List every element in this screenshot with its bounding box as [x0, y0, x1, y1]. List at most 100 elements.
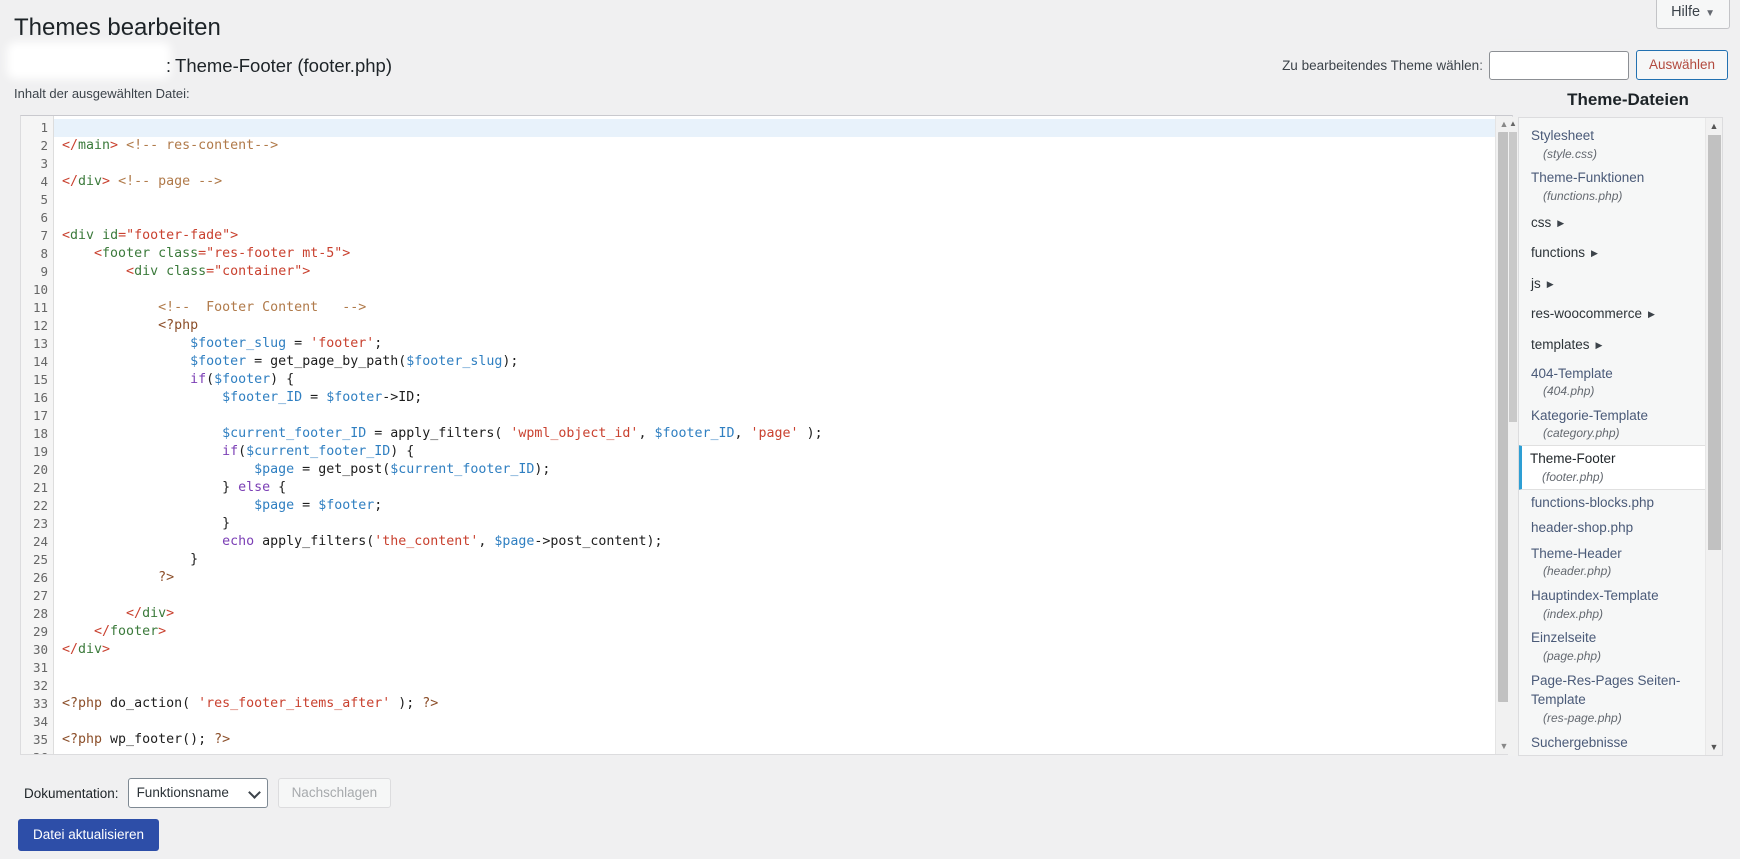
file-list-item-label: Kategorie-Template [1531, 407, 1649, 423]
help-button[interactable]: Hilfe ▼ [1656, 0, 1730, 30]
code-line[interactable]: $current_footer_ID = apply_filters( 'wpm… [54, 425, 1512, 443]
select-theme-button[interactable]: Auswählen [1635, 50, 1728, 80]
line-number: 15 [32, 372, 48, 387]
file-list-item[interactable]: js ▶ [1519, 269, 1707, 300]
line-number: 29 [32, 624, 48, 639]
outer-scroll-up-arrow[interactable]: ▲ [1508, 117, 1518, 131]
file-list-scroll-up-arrow[interactable]: ▲ [1706, 118, 1722, 134]
code-line[interactable]: </div> [54, 605, 1512, 623]
code-token: = [294, 462, 319, 477]
code-token: < [126, 264, 135, 279]
file-list-item[interactable]: Theme-Funktionen (functions.php) [1519, 165, 1707, 207]
file-list-item[interactable]: Theme-Header (header.php) [1519, 541, 1707, 583]
update-file-button[interactable]: Datei aktualisieren [18, 819, 160, 851]
line-number: 5 [40, 192, 48, 207]
line-number: 36 [21, 749, 53, 754]
file-list-item-filename: (functions.php) [1543, 188, 1623, 203]
lookup-button[interactable]: Nachschlagen [277, 778, 392, 808]
code-line[interactable]: $page = $footer; [54, 497, 1512, 515]
code-token: $current_footer_ID [222, 426, 367, 441]
code-line[interactable] [54, 659, 1512, 677]
code-token: main [78, 138, 111, 153]
code-line[interactable]: $footer_ID = $footer->ID; [54, 389, 1512, 407]
line-number: 22 [32, 498, 48, 513]
documentation-select-wrapper: Funktionsname ... [127, 778, 268, 828]
code-line[interactable] [54, 407, 1512, 425]
code-line[interactable]: <?php wp_footer(); ?> [54, 731, 1512, 749]
file-list-item-label: Suchergebnisse [1531, 734, 1628, 750]
subtitle-colon: : [166, 56, 172, 76]
code-line[interactable] [54, 713, 1512, 731]
code-line[interactable]: <div id="footer-fade"> [54, 227, 1512, 245]
file-list-item[interactable]: Hauptindex-Template (index.php) [1519, 583, 1707, 625]
line-number: 4 [40, 174, 48, 189]
file-list-item[interactable]: Stylesheet (style.css) [1519, 123, 1707, 165]
code-token: , [478, 534, 495, 549]
code-line[interactable]: <footer class="res-footer mt-5"> [54, 245, 1512, 263]
file-list-scroll-down-arrow[interactable]: ▼ [1706, 739, 1722, 755]
code-line[interactable]: $footer_slug = 'footer'; [54, 335, 1512, 353]
editor-code-area[interactable]: </main> <!-- res-content--> </div> <!-- … [54, 116, 1512, 754]
code-token: footer [110, 624, 159, 639]
file-list-item[interactable]: 404-Template (404.php) [1519, 361, 1707, 403]
code-line[interactable]: } else { [54, 479, 1512, 497]
code-line[interactable]: </footer> [54, 623, 1512, 641]
code-line[interactable] [54, 209, 1512, 227]
code-line[interactable]: $footer = get_page_by_path($footer_slug)… [54, 353, 1512, 371]
code-line[interactable]: if($current_footer_ID) { [54, 443, 1512, 461]
code-token: = [286, 336, 311, 351]
code-line[interactable]: } [54, 515, 1512, 533]
file-list-item[interactable]: Page-Res-Pages Seiten-Template (res-page.… [1519, 668, 1707, 730]
file-list-item[interactable]: Suchergebnisse [1519, 730, 1707, 755]
code-line[interactable]: </div> <!-- page --> [54, 173, 1512, 191]
code-token: class [158, 246, 199, 261]
line-number: 24 [32, 534, 48, 549]
code-line[interactable] [54, 677, 1512, 695]
theme-files-panel: Stylesheet (style.css) Theme-Funktionen (fu… [1518, 117, 1723, 756]
code-line[interactable] [54, 587, 1512, 605]
outer-scrollbar-thumb[interactable] [1509, 132, 1517, 422]
code-line[interactable]: echo apply_filters('the_content', $page-… [54, 533, 1512, 551]
code-line[interactable] [54, 281, 1512, 299]
code-token: > [302, 264, 311, 279]
file-list-scrollbar[interactable]: ▲ ▼ [1705, 118, 1722, 755]
file-list-item[interactable]: css ▶ [1519, 208, 1707, 239]
code-line[interactable] [54, 119, 1512, 137]
code-line[interactable] [54, 155, 1512, 173]
code-line[interactable]: <?php do_action( 'res_footer_items_after… [54, 695, 1512, 713]
code-line[interactable]: if($footer) { [54, 371, 1512, 389]
code-editor[interactable]: 1 2 3 4 5 6 7 8 9 10 11 12 13 14 15 16 17 18 19 20 21 22 23 24 2… [20, 115, 1513, 755]
code-line[interactable]: $page = get_post($current_footer_ID); [54, 461, 1512, 479]
code-token: > [102, 642, 111, 657]
code-line[interactable]: <!-- Footer Content --> [54, 299, 1512, 317]
file-list-scrollbar-thumb[interactable] [1708, 135, 1721, 550]
code-token: echo [222, 534, 255, 549]
theme-select-dropdown[interactable] [1488, 50, 1629, 80]
file-list-item[interactable]: functions-blocks.php [1519, 490, 1707, 516]
file-list-item[interactable]: Kategorie-Template (category.php) [1519, 403, 1707, 445]
documentation-select[interactable]: Funktionsname ... [127, 778, 268, 828]
line-number: 14 [32, 354, 48, 369]
file-list-item[interactable]: res-woocommerce ▶ [1519, 299, 1707, 330]
code-line[interactable]: </main> <!-- res-content--> [54, 137, 1512, 155]
code-token: $footer [326, 390, 383, 405]
documentation-label: Dokumentation: [24, 785, 119, 801]
code-line[interactable] [54, 191, 1512, 209]
code-line[interactable]: <?php [54, 317, 1512, 335]
code-line[interactable]: } [54, 551, 1512, 569]
code-line[interactable]: </div> [54, 641, 1512, 659]
file-list-item-active[interactable]: Theme-Footer (footer.php) [1519, 445, 1707, 490]
file-list-item[interactable]: header-shop.php [1519, 515, 1707, 541]
file-list-item[interactable]: templates ▶ [1519, 330, 1707, 361]
code-line[interactable] [54, 749, 1512, 754]
code-token: = [294, 498, 319, 513]
file-list-item[interactable]: Einzelseite (page.php) [1519, 625, 1707, 667]
code-line[interactable]: <div class="container"> [54, 263, 1512, 281]
code-token: if [222, 444, 239, 459]
outer-page-scrollbar[interactable]: ▲ [1508, 117, 1518, 756]
code-line[interactable]: ?> [54, 569, 1512, 587]
file-list-item[interactable]: functions ▶ [1519, 238, 1707, 269]
